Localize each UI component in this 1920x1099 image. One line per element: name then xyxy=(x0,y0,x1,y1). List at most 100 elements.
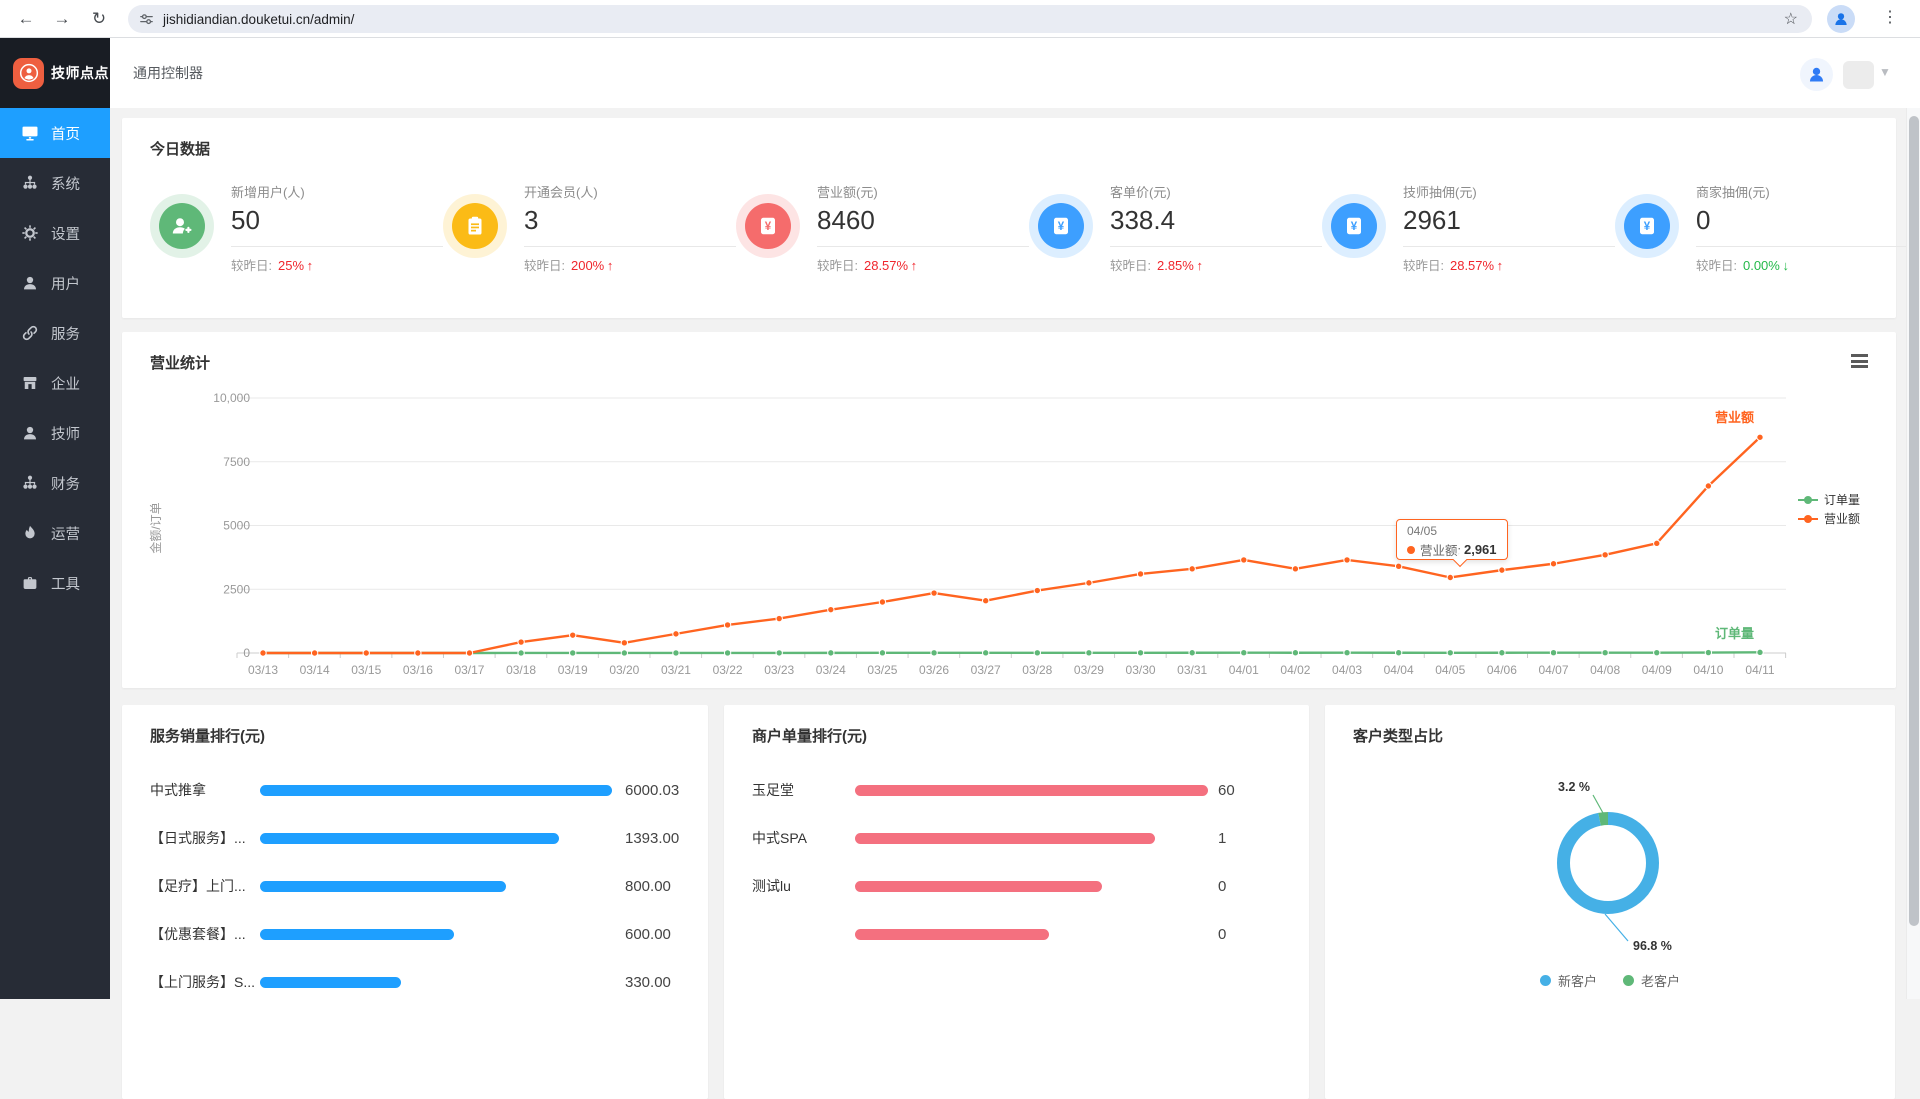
browser-forward-icon[interactable]: → xyxy=(50,7,74,31)
sidebar-item-3[interactable]: 用户 xyxy=(0,258,110,308)
rank-row-2: 测试lu0 xyxy=(724,862,1309,910)
rank-value: 1 xyxy=(1218,830,1226,847)
page-title: 通用控制器 xyxy=(133,38,203,108)
tooltip-series-dot xyxy=(1407,546,1415,554)
chart-title: 营业统计 xyxy=(150,352,210,373)
stat-compare: 较昨日:25% ↑ xyxy=(231,255,443,274)
rank-label: 【足疗】上门... xyxy=(150,876,260,896)
rank-bar-track xyxy=(260,881,612,892)
rank-bar-track xyxy=(260,977,612,988)
rank-label: 【上门服务】S... xyxy=(150,972,260,992)
rank-value: 330.00 xyxy=(625,974,671,991)
chart-legend: 订单量营业额 xyxy=(1798,490,1860,528)
legend-item-营业额[interactable]: 营业额 xyxy=(1798,509,1860,528)
pie-label-small: 3.2 % xyxy=(1558,780,1590,794)
stat-change: 2.85% ↑ xyxy=(1157,258,1203,273)
svg-text:03/27: 03/27 xyxy=(971,663,1001,677)
chart-tooltip: 04/05 营业额: 2,961 xyxy=(1396,519,1508,560)
rank-value: 6000.03 xyxy=(625,782,679,799)
svg-text:金额/订单: 金额/订单 xyxy=(148,502,163,553)
money-icon: ¥ xyxy=(1624,203,1670,249)
sidebar-item-9[interactable]: 工具 xyxy=(0,558,110,608)
svg-text:¥: ¥ xyxy=(1058,221,1065,233)
svg-text:订单量: 订单量 xyxy=(1715,626,1754,641)
sidebar-item-label: 服务 xyxy=(51,323,80,344)
sidebar-item-7[interactable]: 财务 xyxy=(0,458,110,508)
bookmark-star-icon[interactable]: ☆ xyxy=(1784,9,1798,29)
stat-value: 338.4 xyxy=(1110,205,1322,247)
browser-back-icon[interactable]: ← xyxy=(14,7,38,31)
rank-bar-track xyxy=(260,833,612,844)
stat-card-3: ¥客单价(元)338.4较昨日:2.85% ↑ xyxy=(1029,180,1322,274)
rank-bar xyxy=(260,833,559,844)
svg-text:03/21: 03/21 xyxy=(661,663,691,677)
sidebar-item-1[interactable]: 系统 xyxy=(0,158,110,208)
stat-label: 开通会员(人) xyxy=(524,182,736,201)
sidebar-item-4[interactable]: 服务 xyxy=(0,308,110,358)
sidebar-item-5[interactable]: 企业 xyxy=(0,358,110,408)
rank-label: 【优惠套餐】... xyxy=(150,924,260,944)
app-logo: 技师点点 xyxy=(0,38,110,108)
svg-text:03/24: 03/24 xyxy=(816,663,846,677)
app-header: 技师点点 通用控制器 ▼ xyxy=(0,38,1920,108)
sidebar-item-6[interactable]: 技师 xyxy=(0,408,110,458)
svg-text:04/11: 04/11 xyxy=(1745,663,1774,677)
stat-value: 8460 xyxy=(817,205,1029,247)
rank-bar xyxy=(855,929,1049,940)
stat-change: 200% ↑ xyxy=(571,258,613,273)
svg-text:04/09: 04/09 xyxy=(1642,663,1672,677)
svg-text:03/22: 03/22 xyxy=(713,663,743,677)
stat-card-4: ¥技师抽佣(元)2961较昨日:28.57% ↑ xyxy=(1322,180,1615,274)
line-chart[interactable]: 025005000750010,00003/1303/1403/1503/160… xyxy=(122,378,1896,688)
rank-value: 1393.00 xyxy=(625,830,679,847)
rank-bar xyxy=(260,785,612,796)
stats-row: 新增用户(人)50较昨日:25% ↑开通会员(人)3较昨日:200% ↑¥营业额… xyxy=(122,180,1896,274)
chart-hamburger-icon[interactable] xyxy=(1851,354,1868,371)
user-icon xyxy=(21,274,39,292)
user-menu-placeholder[interactable] xyxy=(1843,61,1874,89)
rank-bar-track xyxy=(855,785,1208,796)
sidebar-item-label: 设置 xyxy=(51,223,80,244)
donut-legend-item-老客户[interactable]: 老客户 xyxy=(1623,971,1680,990)
rank-value: 600.00 xyxy=(625,926,671,943)
rank-row-0: 中式推拿6000.03 xyxy=(122,766,708,814)
stat-card-0: 新增用户(人)50较昨日:25% ↑ xyxy=(150,180,443,274)
user-avatar[interactable] xyxy=(1800,58,1833,91)
stat-label: 营业额(元) xyxy=(817,182,1029,201)
svg-text:04/07: 04/07 xyxy=(1539,663,1569,677)
legend-item-订单量[interactable]: 订单量 xyxy=(1798,490,1860,509)
money-icon: ¥ xyxy=(1331,203,1377,249)
svg-text:7500: 7500 xyxy=(223,455,250,469)
money-icon: ¥ xyxy=(745,203,791,249)
donut-legend-item-新客户[interactable]: 新客户 xyxy=(1540,971,1597,990)
site-settings-icon[interactable] xyxy=(138,11,155,28)
browser-menu-icon[interactable]: ⋮ xyxy=(1880,7,1900,27)
sidebar-item-0[interactable]: 首页 xyxy=(0,108,110,158)
url-bar[interactable]: jishidiandian.douketui.cn/admin/ ☆ xyxy=(128,5,1812,33)
sidebar-item-8[interactable]: 运营 xyxy=(0,508,110,558)
stat-label: 客单价(元) xyxy=(1110,182,1322,201)
rank-bar-track xyxy=(855,833,1208,844)
rank-bar-track xyxy=(260,785,612,796)
customer-type-card: 客户类型占比 3.2 %96.8 % 新客户老客户 xyxy=(1325,705,1895,1099)
chevron-down-icon[interactable]: ▼ xyxy=(1879,65,1891,79)
svg-text:03/13: 03/13 xyxy=(248,663,278,677)
clipboard-icon xyxy=(452,203,498,249)
browser-profile-avatar[interactable] xyxy=(1827,5,1855,33)
scrollbar-thumb[interactable] xyxy=(1909,116,1919,926)
user-icon xyxy=(21,424,39,442)
org-icon xyxy=(21,474,39,492)
donut-chart[interactable]: 3.2 % 96.8 % xyxy=(1325,705,1895,1099)
svg-text:04/08: 04/08 xyxy=(1590,663,1620,677)
stat-change: 25% ↑ xyxy=(278,258,313,273)
sidebar-item-2[interactable]: 设置 xyxy=(0,208,110,258)
rank-bar xyxy=(260,977,401,988)
pie-label-big: 96.8 % xyxy=(1633,939,1672,953)
stat-icon-ring: ¥ xyxy=(1322,194,1386,258)
svg-text:03/14: 03/14 xyxy=(300,663,330,677)
svg-text:04/02: 04/02 xyxy=(1280,663,1310,677)
legend-label: 营业额 xyxy=(1824,510,1860,527)
browser-reload-icon[interactable]: ↻ xyxy=(87,7,111,31)
stat-card-5: ¥商家抽佣(元)0较昨日:0.00% ↓ xyxy=(1615,180,1908,274)
merchant-orders-rank-title: 商户单量排行(元) xyxy=(752,725,867,746)
